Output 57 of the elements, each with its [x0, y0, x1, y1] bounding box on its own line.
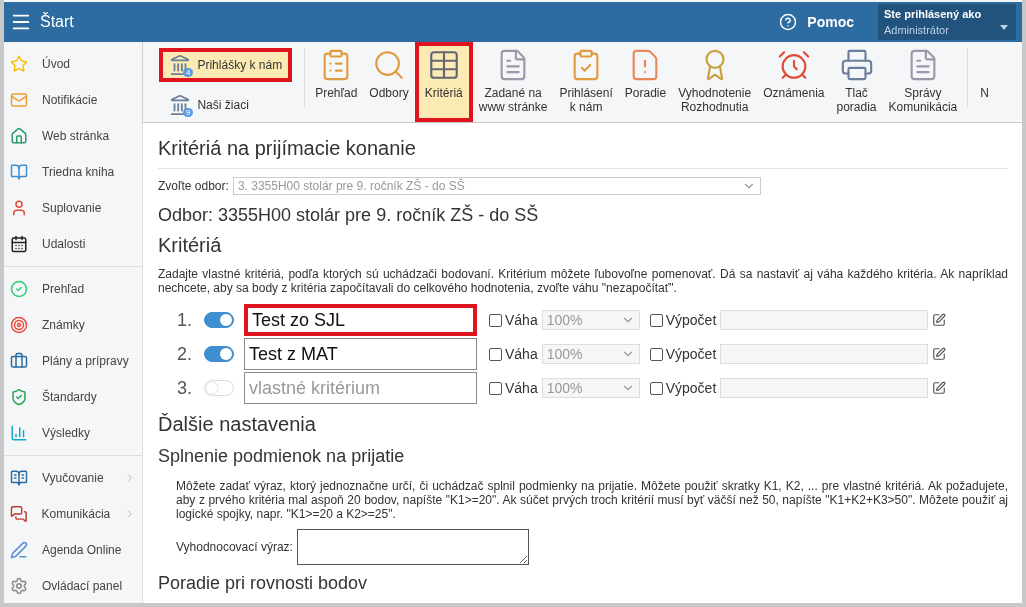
checkbox-label: Váha — [505, 380, 538, 396]
sidebar-item[interactable]: Suplovanie — [4, 190, 142, 226]
help-text: Zadajte vlastné kritériá, podľa ktorých sú uchádzači bodovaní. Kritérium môžete ľubovoľne pomenovať. Dá sa nastaviť aj váha každého kritéria. Ak napríklad nechcete, aby sa body z kritéria započítavali do celkového hodnotenia, zvoľte váhu "nezapočítať". — [158, 267, 1008, 295]
toolbar-button[interactable]: Vyhodnotenie Rozhodnutia — [672, 42, 758, 122]
sidebar-item[interactable]: Udalosti — [4, 226, 142, 262]
sidebar-item[interactable]: Web stránka — [4, 118, 142, 154]
criterion-input[interactable]: vlastné kritérium — [244, 372, 477, 404]
sidebar-item[interactable]: Výsledky — [4, 415, 142, 451]
badge: 4 — [183, 67, 194, 77]
row-number: 2. — [176, 343, 192, 365]
criterion-input[interactable]: Test z MAT — [244, 338, 477, 370]
checkbox-label: Váha — [505, 346, 538, 362]
toolbar-button[interactable]: Prehľad — [309, 42, 364, 122]
checkbox-label: Výpočet — [665, 380, 717, 396]
criterion-input[interactable]: Test zo SJL — [244, 304, 477, 336]
row-number: 1. — [176, 309, 192, 331]
sidebar-item[interactable]: Úvod — [4, 46, 142, 82]
field-label: Vyhodnocovací výraz: — [176, 540, 293, 554]
section-heading: Ďalšie nastavenia — [158, 413, 317, 436]
toolbar-button[interactable]: Oznámenia — [757, 42, 831, 122]
sidebar-item[interactable]: Známky — [4, 307, 142, 343]
sidebar-item[interactable]: Ovládací panel — [4, 568, 142, 603]
toolbar-button[interactable]: Zadané na www stránke — [472, 42, 554, 122]
sidebar-item[interactable]: Plány a prípravy — [4, 343, 142, 379]
sidebar-item[interactable]: Agenda Online — [4, 532, 142, 568]
sidebar-item[interactable]: Notifikácie — [4, 82, 142, 118]
page-title: Kritériá na prijímacie konanie — [158, 137, 1008, 169]
toolbar-button[interactable]: Prihlásení k nám — [553, 42, 619, 122]
sidebar-item[interactable]: Vyučovanie — [4, 460, 142, 496]
toolbar-button[interactable]: Odbory — [363, 42, 415, 122]
toolbar-button[interactable]: Správy Komunikácia — [882, 42, 964, 122]
toolbar-button[interactable]: 9 Naši žiaci — [159, 88, 293, 122]
toolbar-button[interactable]: Kritériá — [414, 42, 473, 122]
toolbar-button[interactable]: N — [980, 42, 989, 122]
sidebar-item[interactable]: Komunikácia — [4, 496, 142, 532]
user-caption: Ste prihlásený ako — [884, 8, 983, 20]
user-name: Administrátor — [884, 24, 949, 36]
checkbox-label: Výpočet — [665, 346, 717, 362]
app-title: Štart — [40, 13, 75, 31]
section-heading: Kritériá — [158, 234, 223, 257]
toolbar-button[interactable]: Tlač poradia — [830, 42, 883, 122]
checkbox-label: Váha — [505, 312, 538, 328]
toolbar-button[interactable]: Poradie — [618, 42, 673, 122]
help-text: Môžete zadať výraz, ktorý jednoznačne určí, či uchádzač splnil podmienky na prijatie. Môžete použiť skratky K1, K2, ... pre vlastné kritériá. Ak požadujete, aby z prvého kritéria mal aspoň 20 bodov, napíšte "K1>=20". Ak súčet prvých troch kritérií musí byť väčší než 50, napíšte "K1+K2+K3>50". Môžete použiť aj logické spojky, napr. "K1>=20 a K2>=25". — [176, 479, 1008, 521]
user-menu[interactable]: Ste prihlásený ako Administrátor — [878, 4, 1016, 40]
section-heading: Poradie pri rovnosti bodov — [158, 573, 369, 594]
field-label: Zvoľte odbor: — [158, 179, 229, 193]
sidebar-item[interactable]: Štandardy — [4, 379, 142, 415]
section-heading: Splnenie podmienok na prijatie — [158, 446, 406, 467]
checkbox-label: Výpočet — [665, 312, 717, 328]
help-link[interactable]: Pomoc — [779, 13, 854, 31]
section-heading: Odbor: 3355H00 stolár pre 9. ročník ZŠ - do SŠ — [158, 205, 540, 226]
badge: 9 — [183, 107, 194, 117]
sidebar-item[interactable]: Triedna kniha — [4, 154, 142, 190]
toolbar-button[interactable]: 4 Prihlášky k nám — [159, 48, 293, 82]
sidebar-item[interactable]: Prehľad — [4, 271, 142, 307]
row-number: 3. — [176, 377, 192, 399]
